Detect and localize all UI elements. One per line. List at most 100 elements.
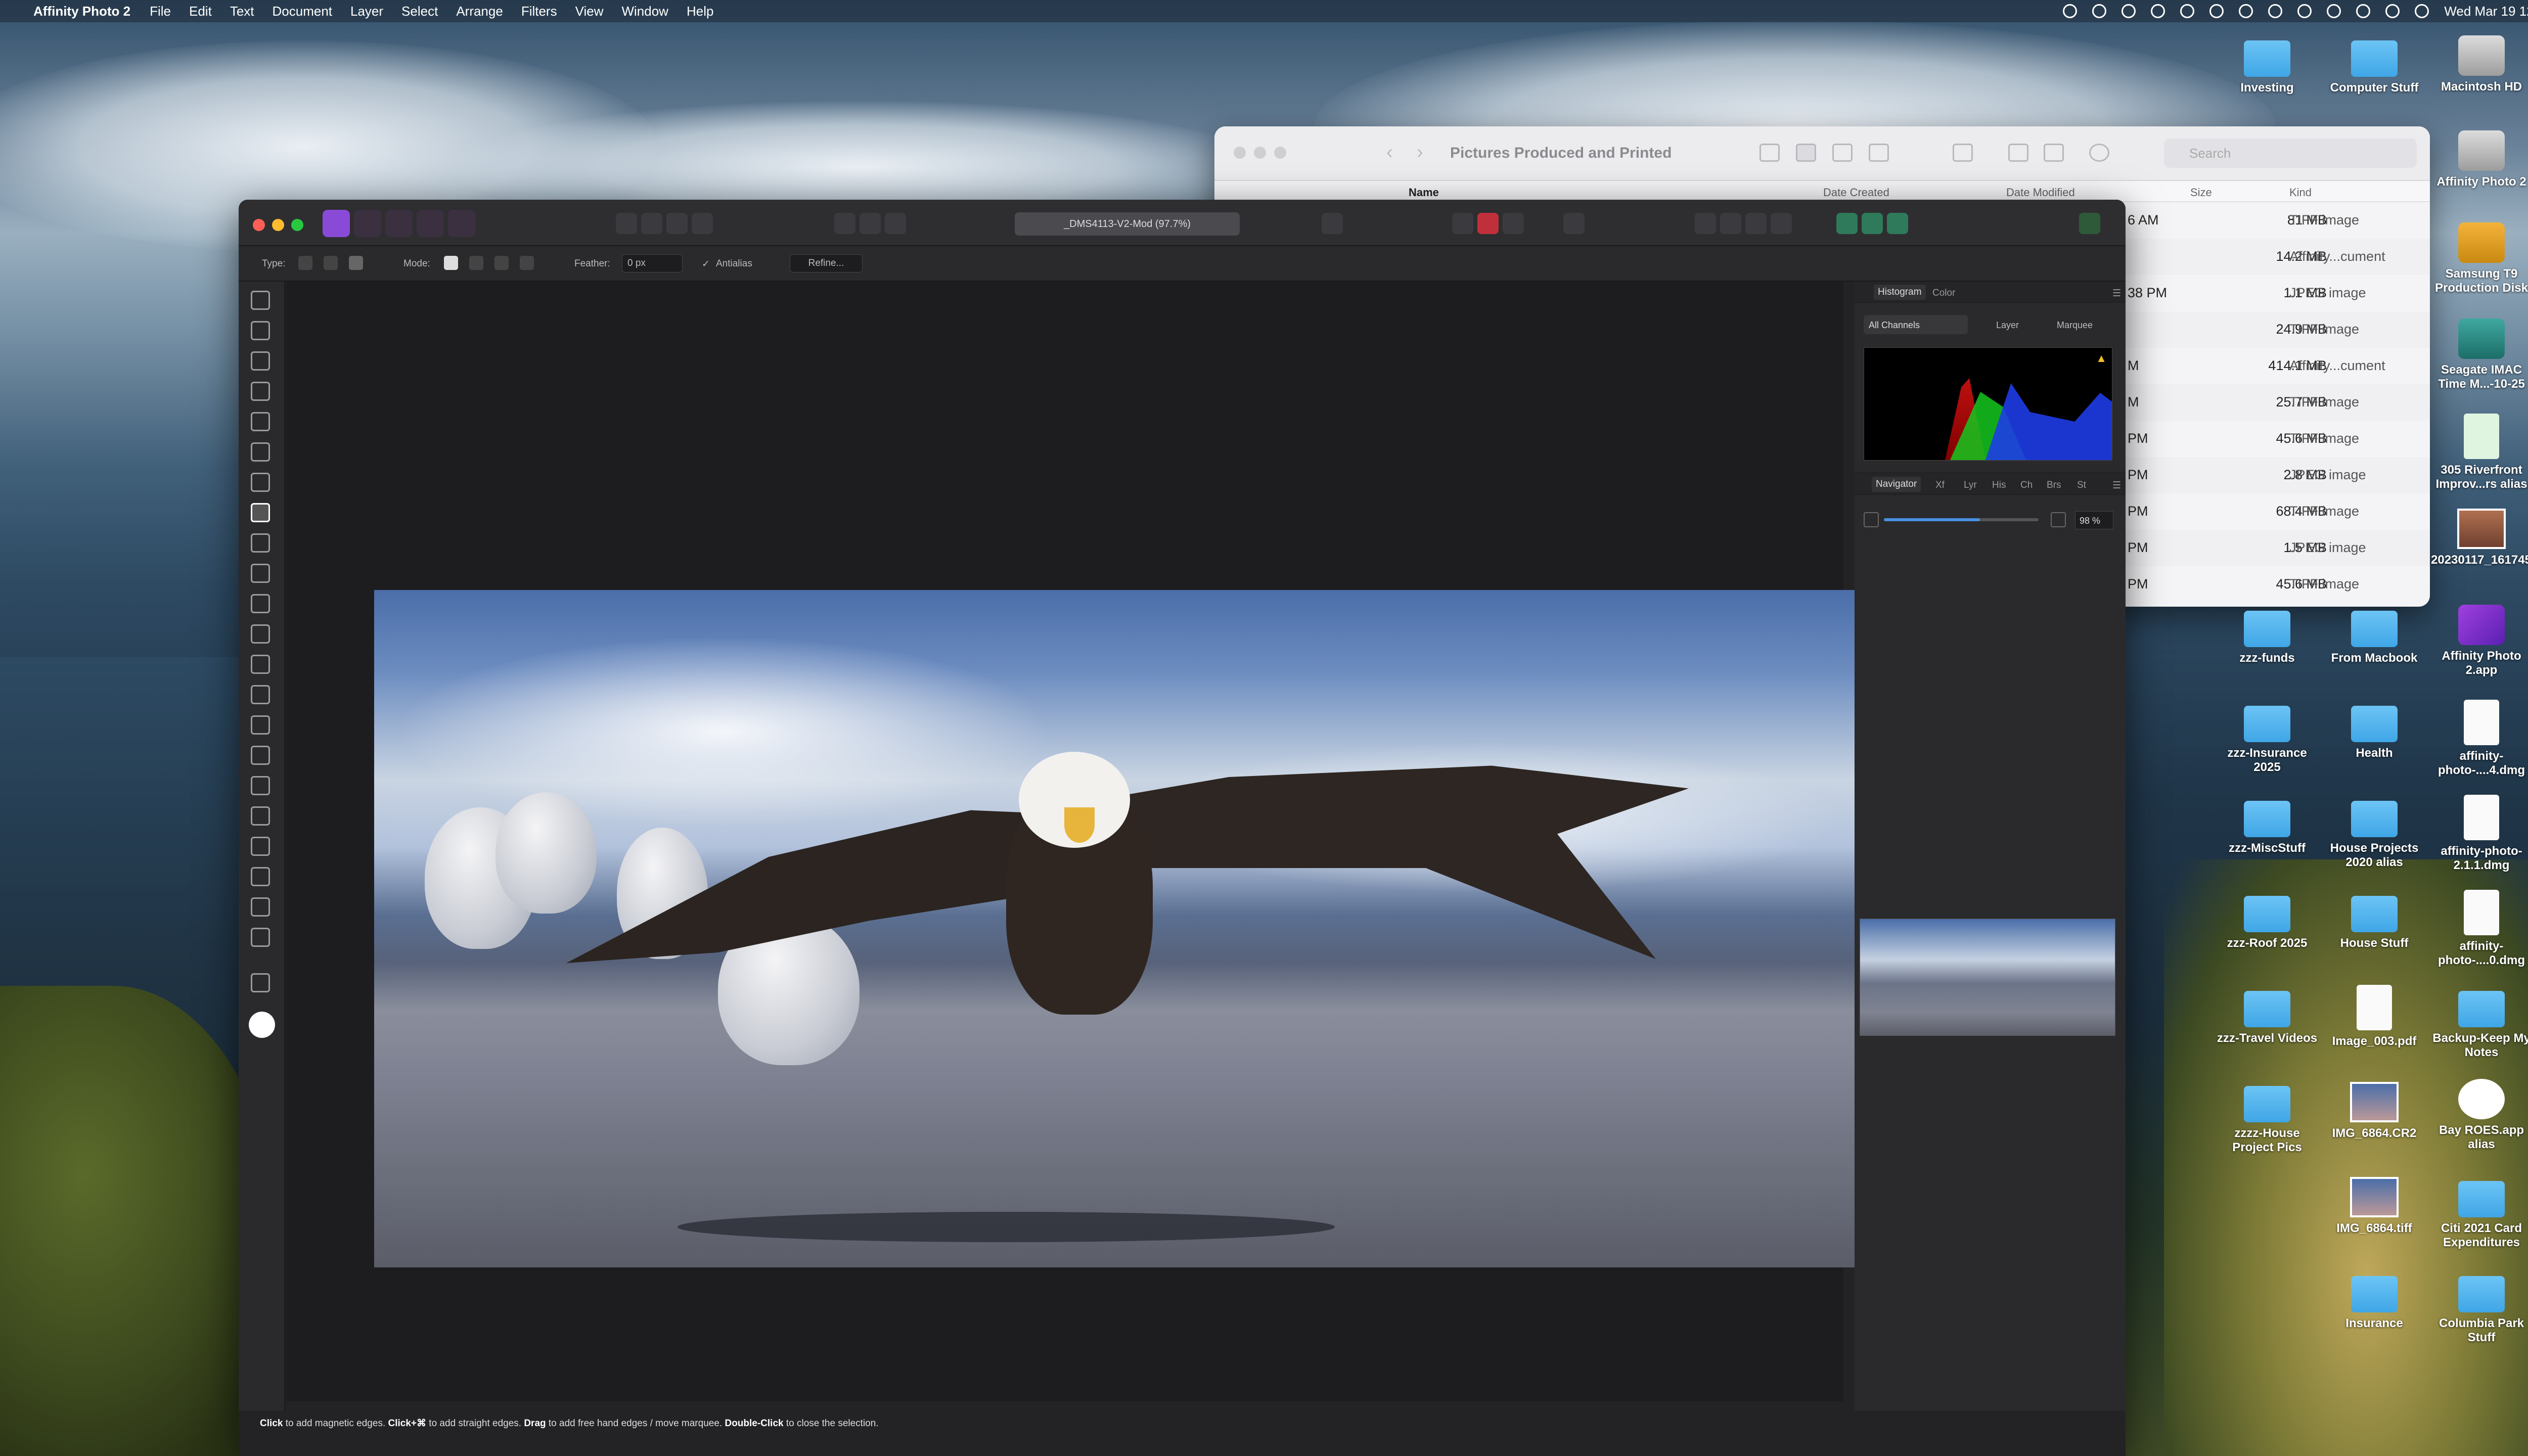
selection-brush-tool-icon[interactable] [251,442,270,462]
share-icon[interactable] [2008,144,2028,162]
panel-menu-icon[interactable]: ☰ [2112,288,2121,299]
personas-share-icon[interactable] [1836,213,1858,234]
desktop-icon[interactable]: affinity-photo-2.1.1.dmg [2431,795,2528,873]
auto-contrast-icon[interactable] [641,213,662,234]
tab-history[interactable]: His [1992,480,2006,491]
menu-app-name[interactable]: Affinity Photo 2 [33,4,130,19]
auto-colors-icon[interactable] [666,213,688,234]
display-icon[interactable] [2239,4,2253,18]
desktop-icon[interactable]: Citi 2021 Card Expenditures [2431,1181,2528,1250]
panel-menu-icon[interactable]: ☰ [2112,480,2121,491]
desktop-icon[interactable]: Backup-Keep My Notes [2431,991,2528,1060]
back-icon[interactable]: ‹ [1386,142,1393,163]
menu-layer[interactable]: Layer [350,4,383,19]
desktop-icon[interactable]: 305 Riverfront Improv...rs alias [2431,414,2528,491]
notification-icon[interactable] [2415,4,2429,18]
zoom-in-icon[interactable] [2051,512,2066,527]
view-tool-icon[interactable] [251,291,270,310]
pixel-tool-icon[interactable] [251,624,270,644]
gallery-view-icon[interactable] [1869,144,1889,162]
sync-icon[interactable] [2121,4,2136,18]
text-tool-icon[interactable] [251,897,270,917]
more-actions-icon[interactable] [2089,144,2109,162]
user-icon[interactable] [2209,4,2224,18]
tab-transform[interactable]: Xf [1935,480,1945,491]
canvas-area[interactable] [286,282,1861,1401]
time-machine-icon[interactable] [2356,4,2371,18]
siri-icon[interactable] [2327,4,2341,18]
desktop-icon[interactable]: zzz-Insurance 2025 [2217,706,2318,775]
select-all-icon[interactable] [834,213,855,234]
mode-add-icon[interactable] [469,256,483,270]
menu-help[interactable]: Help [687,4,713,19]
navigator-thumbnail[interactable] [1860,919,2115,1036]
tab-histogram[interactable]: Histogram [1874,285,1926,300]
finder-close-button[interactable] [1234,147,1246,159]
desktop-icon[interactable]: Image_003.pdf [2324,985,2425,1049]
levels-icon[interactable] [616,213,637,234]
volume-icon[interactable] [2092,4,2107,18]
desktop-icon[interactable]: Columbia Park Stuff [2431,1276,2528,1345]
desktop-icon[interactable]: Samsung T9 Production Disk [2431,222,2528,295]
polygonal-type-icon[interactable] [324,256,338,270]
close-button[interactable] [253,219,265,231]
rectangle-tool-icon[interactable] [251,867,270,886]
menu-select[interactable]: Select [401,4,438,19]
feather-input[interactable]: 0 px [622,254,683,272]
icon-view-icon[interactable] [1759,144,1780,162]
menu-edit[interactable]: Edit [189,4,212,19]
tab-brushes[interactable]: Brs [2047,480,2061,491]
menu-arrange[interactable]: Arrange [456,4,503,19]
zoom-field[interactable]: 98 % [2075,511,2113,529]
gradient-tool-icon[interactable] [251,564,270,583]
healing-brush-tool-icon[interactable] [251,746,270,765]
arrange-back-icon[interactable] [1745,213,1767,234]
col-date-modified[interactable]: Date Modified [2006,186,2075,199]
arrange-forward-icon[interactable] [1720,213,1741,234]
menubar-clock[interactable]: Wed Mar 19 12:16 PM [2444,4,2528,19]
erase-brush-tool-icon[interactable] [251,655,270,674]
layer-option[interactable]: Layer [1996,320,2019,331]
menu-filters[interactable]: Filters [521,4,557,19]
link-icon[interactable] [1862,213,1883,234]
eagle-photo[interactable] [374,590,1861,1267]
spotlight-search-icon[interactable] [2297,4,2312,18]
desktop-icon[interactable]: House Stuff [2324,896,2425,950]
zoom-slider[interactable] [1884,518,2039,521]
desktop-icon[interactable]: zzzz-House Project Pics [2217,1086,2318,1155]
color-picker-tool-icon[interactable] [251,351,270,371]
menu-document[interactable]: Document [273,4,333,19]
table-tool-icon[interactable] [251,928,270,947]
group-icon[interactable] [1953,144,1973,162]
marquee-option[interactable]: Marquee [2057,320,2093,331]
snapping-icon[interactable] [1503,213,1524,234]
document-tab[interactable]: _DMS4113-V2-Mod (97.7%) [1015,212,1240,236]
mode-subtract-icon[interactable] [494,256,509,270]
tone-mapping-persona-icon[interactable] [417,210,444,237]
lasso-tool-icon[interactable] [251,503,270,522]
antialias-checkbox[interactable]: ✓ [702,258,710,270]
freehand-type-icon[interactable] [298,256,312,270]
tab-stock[interactable]: St [2077,480,2086,491]
tab-channels[interactable]: Ch [2020,480,2033,491]
list-view-icon[interactable] [1796,144,1816,162]
desktop-icon[interactable]: Insurance [2324,1276,2425,1331]
tab-layers[interactable]: Lyr [1964,480,1977,491]
desktop-icon[interactable]: affinity-photo-....4.dmg [2431,700,2528,778]
pen-tool-icon[interactable] [251,837,270,856]
focus-moon-icon[interactable] [2268,4,2283,18]
account-icon[interactable] [2079,213,2100,234]
desktop-icon[interactable]: Computer Stuff [2324,40,2425,95]
desktop-icon[interactable]: IMG_6864.tiff [2324,1177,2425,1236]
col-name[interactable]: Name [1409,186,1439,199]
zoom-tool-icon[interactable] [251,973,270,992]
desktop-icon[interactable]: House Projects 2020 alias [2324,801,2425,870]
col-kind[interactable]: Kind [2289,186,2312,199]
desktop-icon[interactable]: zzz-MiscStuff [2217,801,2318,855]
quick-mask-icon[interactable] [1322,213,1343,234]
magic-wand-tool-icon[interactable] [251,473,270,492]
auto-white-balance-icon[interactable] [692,213,713,234]
photo-persona-icon[interactable] [323,210,350,237]
magnetic-type-icon[interactable] [349,256,363,270]
arrange-bottom-icon[interactable] [1771,213,1792,234]
